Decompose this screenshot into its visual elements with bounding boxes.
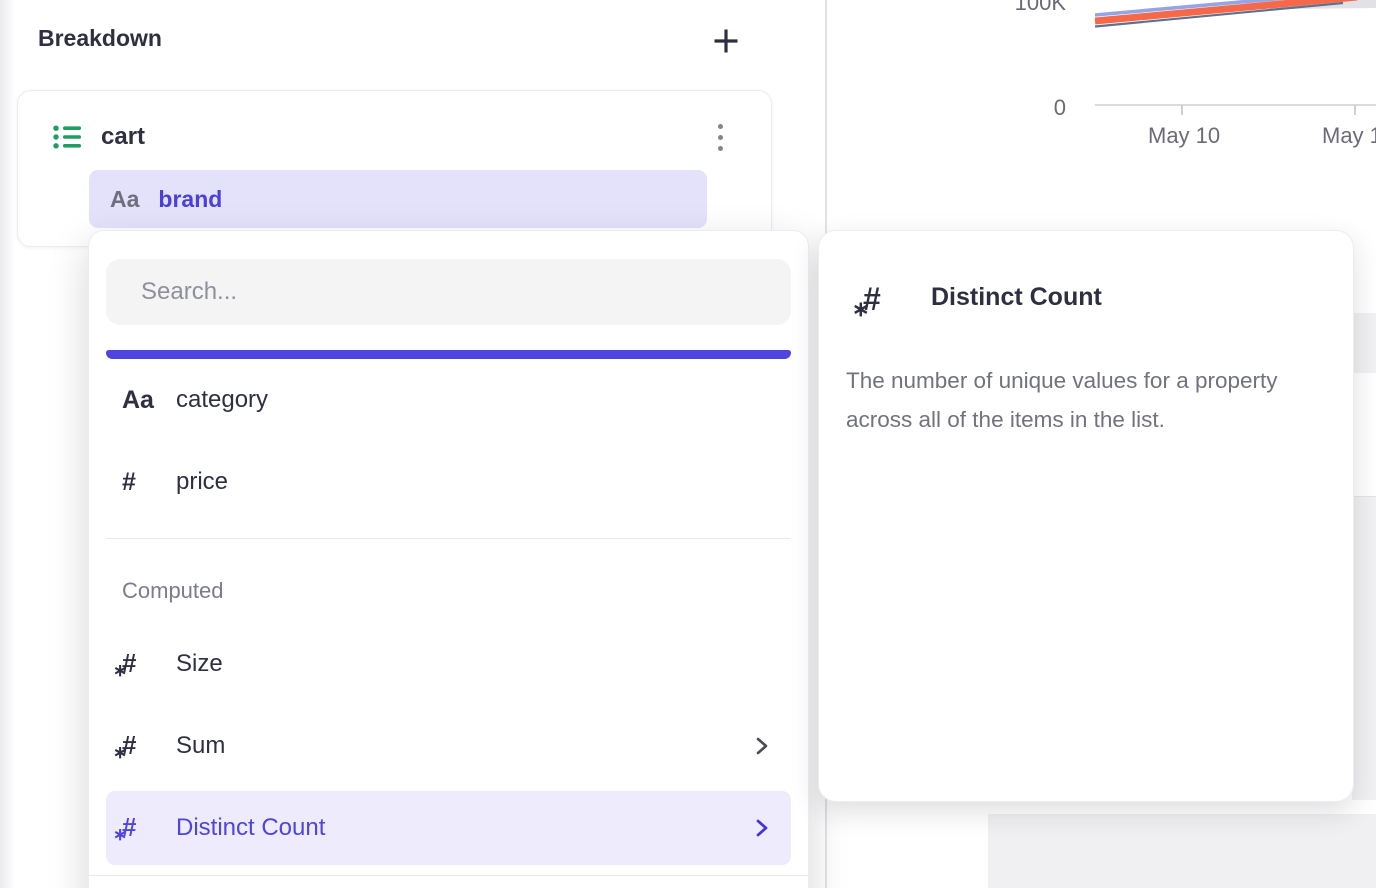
tooltip-description: The number of unique values for a proper…: [846, 361, 1304, 439]
breakdown-title: Breakdown: [38, 25, 162, 52]
x-axis-line: [1095, 104, 1376, 106]
chevron-right-icon: [755, 817, 769, 839]
background-table-row: [1352, 313, 1376, 373]
y-axis-label-top: 100K: [960, 0, 1066, 16]
computed-row-sum[interactable]: #∗ Sum: [106, 707, 791, 785]
x-axis-label-may10: May 10: [1148, 123, 1220, 149]
x-axis-tick: [1181, 105, 1183, 115]
computed-row-distinct-count[interactable]: #∗ Distinct Count: [106, 791, 791, 865]
tooltip-title: Distinct Count: [931, 283, 1102, 312]
number-property-icon: #: [122, 468, 176, 497]
text-property-icon: Aa: [110, 186, 139, 213]
y-axis-label-zero: 0: [960, 95, 1066, 121]
divider: [106, 538, 791, 539]
list-name: cart: [101, 123, 145, 151]
property-label: category: [176, 386, 268, 414]
selected-property-row-edge[interactable]: [106, 350, 791, 359]
search-input[interactable]: [106, 259, 791, 325]
divider: [89, 875, 808, 876]
kebab-menu-button[interactable]: [712, 122, 729, 153]
breakdown-card: cart Aa brand: [17, 90, 772, 247]
description-tooltip: #∗ Distinct Count The number of unique v…: [818, 230, 1354, 802]
computed-number-icon: #∗: [122, 650, 152, 676]
computed-label: Sum: [176, 732, 225, 760]
left-edge-shade: [0, 0, 15, 888]
computed-label: Distinct Count: [176, 814, 325, 842]
background-table-row: [1352, 497, 1376, 800]
x-axis-tick: [1354, 105, 1356, 115]
background-table-divider: [1352, 496, 1376, 497]
list-header-row: cart: [51, 119, 751, 155]
property-row-category[interactable]: Aa category: [106, 361, 791, 439]
plus-icon: [711, 26, 741, 56]
computed-row-size[interactable]: #∗ Size: [106, 625, 791, 703]
line-chart-series: [1095, 0, 1376, 52]
computed-number-icon: #∗: [122, 814, 152, 840]
list-icon: [51, 121, 83, 153]
chevron-right-icon: [755, 735, 769, 757]
property-row-price[interactable]: # price: [106, 443, 791, 521]
computed-label: Size: [176, 650, 223, 678]
add-breakdown-button[interactable]: [708, 24, 744, 58]
property-label: price: [176, 468, 228, 496]
computed-number-icon: #∗: [863, 283, 903, 315]
computed-section-label: Computed: [122, 578, 224, 604]
background-table-row: [988, 814, 1376, 888]
property-dropdown: Aa category # price Computed #∗ Size #∗ …: [88, 230, 809, 888]
computed-number-icon: #∗: [122, 732, 152, 758]
x-axis-label-may1: May 1: [1322, 123, 1376, 149]
selected-property-pill[interactable]: Aa brand: [89, 170, 707, 228]
app-window: Breakdown 100K 0 May 10 May 1: [0, 0, 1376, 888]
selected-property-name: brand: [158, 186, 222, 213]
text-property-icon: Aa: [122, 386, 176, 415]
